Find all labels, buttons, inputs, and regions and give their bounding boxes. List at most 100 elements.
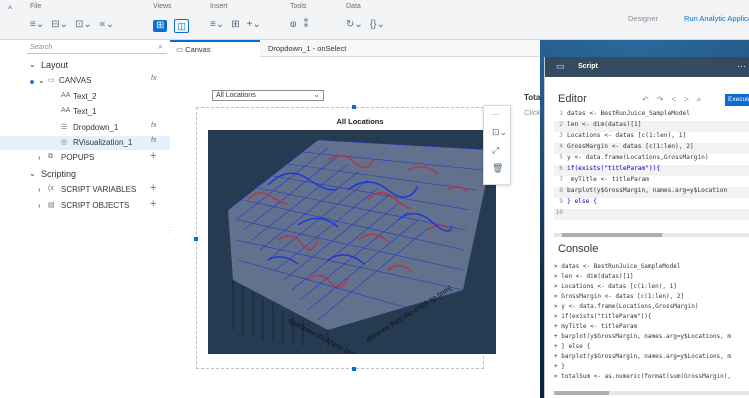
script-panel: ▭ Script ··· Editor ↶↷<>⌕ Execute 1datas…	[544, 57, 749, 398]
insert-chart-icon[interactable]: ≡⌄	[210, 19, 224, 31]
chevron-right-icon[interactable]: ›	[38, 153, 41, 162]
designer-link[interactable]: Designer	[628, 14, 658, 23]
search-icon[interactable]: ⌕	[159, 42, 163, 52]
console-line: > GrossMargin <- datas [c(1:len), 2]	[554, 293, 685, 300]
add-popup-icon[interactable]: +	[150, 150, 156, 162]
views-group-label: Views	[153, 3, 172, 10]
r-visualization-icon: ◎	[61, 139, 68, 146]
tree-layout-label: Layout	[41, 60, 69, 70]
file-group-label: File	[30, 3, 42, 10]
tree-text2[interactable]: AA Text_2	[0, 90, 170, 104]
fx-icon[interactable]: fx	[151, 75, 156, 82]
locations-dropdown[interactable]: All Locations ⌄	[212, 90, 324, 101]
code-line: 8 barplot(y$GrossMargin, names.arg=y$Loca…	[554, 187, 749, 198]
tree-popups[interactable]: › ⧉ POPUPS +	[0, 150, 170, 165]
tree-dropdown-label: Dropdown_1	[73, 123, 119, 132]
chart-title: All Locations	[336, 117, 384, 126]
total-text-widget[interactable]: Tota	[524, 93, 540, 102]
tree-popups-label: POPUPS	[61, 153, 95, 162]
add-variable-icon[interactable]: +	[150, 182, 156, 194]
search-icon[interactable]: ⌕	[697, 95, 709, 104]
fx-icon[interactable]: fx	[151, 122, 156, 129]
tree-text1[interactable]: AA Text_1	[0, 105, 170, 119]
tab-canvas-label: Canvas	[185, 45, 211, 54]
data-group-label: Data	[346, 3, 361, 10]
console-horizontal-scrollbar[interactable]	[554, 391, 749, 395]
tree-rviz[interactable]: ◎ RVisualization_1 fx	[0, 136, 170, 150]
code-horizontal-scrollbar[interactable]	[554, 233, 749, 237]
resize-handle[interactable]	[352, 367, 356, 371]
redo-icon[interactable]: ↷	[657, 95, 672, 104]
more-options-icon[interactable]: ···	[491, 110, 499, 119]
panel-view-icon[interactable]: ◫	[174, 19, 189, 33]
scrollbar-thumb[interactable]	[562, 233, 662, 237]
tree-dropdown[interactable]: ☰ Dropdown_1 fx	[0, 121, 170, 135]
save-icon[interactable]: ⊟⌄	[51, 19, 68, 31]
insert-table-icon[interactable]: ⊞	[231, 19, 239, 31]
console-line: + barplot(y$GrossMargin, names.arg=y$Loc…	[554, 333, 732, 340]
canvas-tab-icon: ▭	[176, 45, 186, 54]
console-line: + barplot(y$GrossMargin, names.arg=y$Loc…	[554, 353, 732, 360]
insert-group-label: Insert	[210, 3, 228, 10]
console-line: + }	[554, 363, 565, 370]
chevron-right-icon[interactable]: ›	[38, 201, 41, 210]
search-placeholder: Search	[30, 44, 53, 51]
tree-script-variables-label: SCRIPT VARIABLES	[61, 185, 137, 194]
more-options-icon[interactable]: ···	[737, 61, 746, 71]
tree-canvas[interactable]: ⌄ ▭ CANVAS fx	[0, 74, 170, 88]
popup-icon: ⧉	[48, 153, 53, 160]
chevron-down-icon[interactable]: ⌄	[38, 76, 45, 85]
console-line: > totalSum <- as.numeric(format(sum(Gros…	[554, 373, 732, 380]
editor-title: Editor	[558, 93, 587, 105]
search-input[interactable]: Search ⌕	[27, 42, 167, 54]
chevron-right-icon[interactable]: ›	[38, 185, 41, 194]
delete-icon[interactable]: 🗑	[492, 163, 503, 174]
chevron-down-icon[interactable]: ⌄	[29, 169, 36, 178]
new-file-icon[interactable]: ≡⌄	[30, 19, 44, 31]
tree-layout[interactable]: ⌄ Layout	[0, 58, 170, 72]
click-text-widget[interactable]: Click	[524, 108, 540, 117]
share-icon[interactable]: ∝⌄	[99, 19, 115, 31]
code-icon[interactable]: <>	[671, 95, 696, 104]
execute-button[interactable]: Execute	[725, 94, 749, 106]
console-title: Console	[558, 243, 599, 255]
r-plot-surface: specimen thickness [mm] distance from th…	[208, 130, 496, 361]
tree-script-objects-label: SCRIPT OBJECTS	[61, 201, 130, 210]
chart-type-icon[interactable]: ⊡⌄	[492, 127, 507, 138]
tab-canvas[interactable]: ▭ Canvas	[170, 40, 260, 57]
insert-add-icon[interactable]: +⌄	[247, 19, 261, 31]
tree-text1-label: Text_1	[73, 107, 97, 116]
console-line: + } else {	[554, 343, 591, 350]
tree-script-variables[interactable]: › (x SCRIPT VARIABLES +	[0, 182, 170, 197]
outline-view-icon[interactable]: ⊞	[153, 20, 168, 32]
tab-onselect[interactable]: Dropdown_1 - onSelect	[262, 40, 352, 57]
tree-script-objects[interactable]: › ▤ SCRIPT OBJECTS +	[0, 198, 170, 213]
console-line: > Locations <- datas [c(1:len), 1]	[554, 283, 677, 290]
data-refresh-icon[interactable]: ↻⌄	[346, 19, 363, 31]
script-panel-header: ▭ Script ···	[545, 57, 749, 77]
copy-icon[interactable]: ⊡⌄	[75, 19, 92, 31]
tree-scripting[interactable]: ⌄ Scripting	[0, 167, 170, 181]
resize-handle[interactable]	[352, 105, 356, 109]
code-line: 1 datas <- BestRunJuice_SampleModel	[559, 110, 690, 117]
collapse-ribbon-icon[interactable]: ^	[8, 4, 12, 14]
outline-panel: Search ⌕ ⌄ Layout ⌄ ▭ CANVAS fx AA Text_…	[0, 40, 174, 398]
script-panel-icon: ▭	[556, 61, 565, 71]
fx-icon[interactable]: fx	[151, 137, 156, 144]
console-line: > datas <- BestRunJuice_SampleModel	[554, 263, 681, 270]
fullscreen-icon[interactable]: ⤢	[492, 145, 499, 156]
scrollbar-thumb[interactable]	[554, 391, 609, 395]
console-output[interactable]: > datas <- BestRunJuice_SampleModel > le…	[554, 263, 749, 387]
code-line: 9} else {	[559, 198, 597, 205]
run-analytic-application-link[interactable]: Run Analytic Applica	[684, 14, 749, 23]
data-script-icon[interactable]: {}⌄	[370, 19, 385, 31]
chevron-down-icon[interactable]: ⌄	[313, 90, 320, 99]
code-line: 10	[554, 209, 749, 220]
tool-grid-icon[interactable]: ⁑	[303, 19, 308, 31]
tool-calc-icon[interactable]: ⱷ	[290, 19, 296, 31]
add-script-object-icon[interactable]: +	[150, 198, 156, 210]
undo-icon[interactable]: ↶	[642, 95, 657, 104]
resize-handle[interactable]	[194, 237, 198, 241]
chevron-down-icon[interactable]: ⌄	[29, 60, 36, 69]
editor-tabbar: ▭ Canvas Dropdown_1 - onSelect	[170, 40, 540, 57]
